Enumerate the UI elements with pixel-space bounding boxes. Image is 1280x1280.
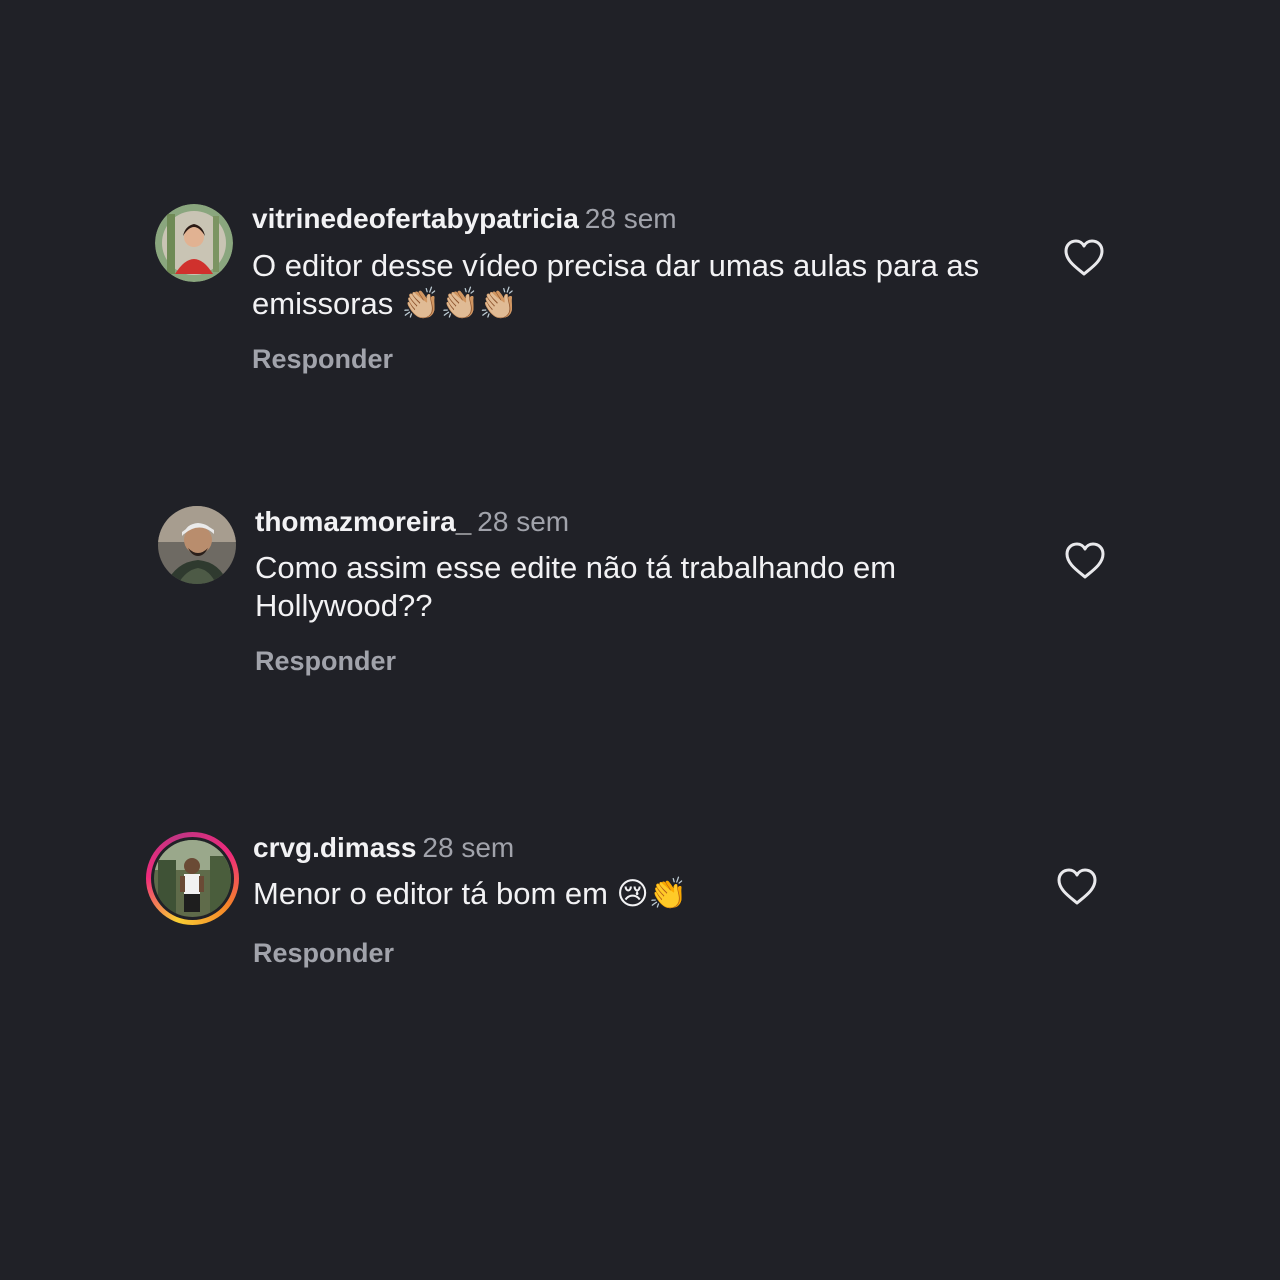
like-button[interactable] xyxy=(1063,238,1105,278)
reply-button[interactable]: Responder xyxy=(253,937,394,969)
timestamp: 28 sem xyxy=(584,203,677,234)
heart-outline-icon xyxy=(1057,868,1097,905)
username[interactable]: vitrinedeofertabypatricia xyxy=(252,203,579,234)
username[interactable]: thomazmoreira_ xyxy=(255,506,471,537)
username[interactable]: crvg.dimass xyxy=(253,832,416,863)
like-button[interactable] xyxy=(1064,541,1106,581)
comment-text: O editor desse vídeo precisa dar umas au… xyxy=(252,248,980,321)
avatar[interactable] xyxy=(155,204,233,282)
avatar[interactable] xyxy=(154,840,231,917)
profile-photo-icon xyxy=(155,204,233,282)
profile-photo-icon xyxy=(158,506,236,584)
comment-header: vitrinedeofertabypatricia 28 sem xyxy=(252,202,677,236)
comment-text: Menor o editor tá bom em 😢👏 xyxy=(253,876,688,911)
avatar[interactable] xyxy=(158,506,236,584)
heart-outline-icon xyxy=(1064,239,1104,276)
comment-text: Como assim esse edite não tá trabalhando… xyxy=(255,550,897,623)
like-button[interactable] xyxy=(1056,867,1098,907)
timestamp: 28 sem xyxy=(477,506,570,537)
profile-photo-icon xyxy=(154,840,231,917)
timestamp: 28 sem xyxy=(422,832,515,863)
comments-screen: vitrinedeofertabypatricia 28 sem O editor… xyxy=(0,0,1280,1280)
comment-header: crvg.dimass 28 sem xyxy=(253,831,514,865)
heart-outline-icon xyxy=(1065,542,1105,579)
comment-header: thomazmoreira_ 28 sem xyxy=(255,505,569,539)
reply-button[interactable]: Responder xyxy=(252,343,393,375)
reply-button[interactable]: Responder xyxy=(255,645,396,677)
